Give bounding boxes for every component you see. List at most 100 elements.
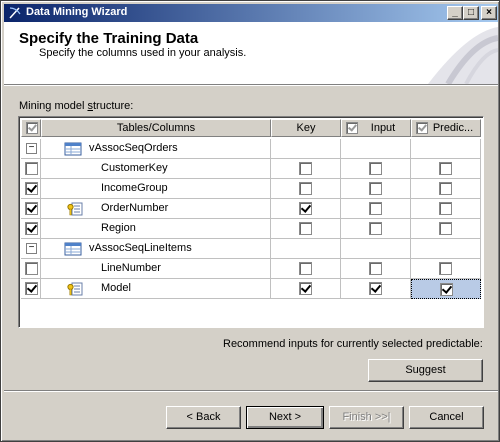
window-title: Data Mining Wizard	[26, 6, 128, 18]
column-row[interactable]: OrderNumber	[21, 199, 483, 219]
key-cell[interactable]	[271, 219, 341, 239]
name-cell: vAssocSeqLineItems	[41, 239, 271, 259]
include-cell[interactable]	[21, 279, 41, 299]
input-checkbox[interactable]	[369, 262, 382, 275]
predictable-cell[interactable]	[411, 219, 481, 239]
collapse-toggle-icon[interactable]: −	[26, 243, 37, 254]
include-checkbox[interactable]	[25, 262, 38, 275]
header-input[interactable]: Input	[341, 119, 411, 137]
predictable-cell[interactable]	[411, 139, 481, 159]
column-row[interactable]: Model	[21, 279, 483, 299]
include-all-checkbox[interactable]	[26, 122, 38, 134]
input-checkbox[interactable]	[369, 162, 382, 175]
title-bar[interactable]: Data Mining Wizard _ □ ×	[4, 4, 498, 22]
key-checkbox[interactable]	[299, 202, 312, 215]
predictable-cell[interactable]	[411, 199, 481, 219]
input-cell[interactable]	[341, 179, 411, 199]
header-include-all-cell[interactable]	[21, 119, 41, 137]
predictable-cell[interactable]	[411, 159, 481, 179]
include-cell[interactable]	[21, 159, 41, 179]
predictable-cell[interactable]	[411, 179, 481, 199]
column-name: Region	[101, 222, 136, 234]
key-checkbox[interactable]	[299, 162, 312, 175]
include-cell[interactable]	[21, 219, 41, 239]
input-cell[interactable]	[341, 139, 411, 159]
input-cell[interactable]	[341, 159, 411, 179]
key-cell[interactable]	[271, 159, 341, 179]
header-swoosh-graphic	[428, 27, 498, 84]
header-key[interactable]: Key	[271, 119, 341, 137]
column-name: CustomerKey	[101, 162, 168, 174]
input-checkbox[interactable]	[369, 282, 382, 295]
predictable-checkbox[interactable]	[440, 283, 453, 296]
finish-button: Finish >>|	[329, 406, 404, 429]
input-cell[interactable]	[341, 239, 411, 259]
column-row[interactable]: Region	[21, 219, 483, 239]
name-cell: CustomerKey	[41, 159, 271, 179]
predictable-checkbox[interactable]	[439, 222, 452, 235]
name-cell: Model	[41, 279, 271, 299]
key-checkbox[interactable]	[299, 282, 312, 295]
predictable-checkbox[interactable]	[439, 162, 452, 175]
input-checkbox[interactable]	[369, 202, 382, 215]
predictable-checkbox[interactable]	[439, 202, 452, 215]
key-cell[interactable]	[271, 199, 341, 219]
table-row[interactable]: − vAssocSeqLineItems	[21, 239, 483, 259]
key-cell[interactable]	[271, 139, 341, 159]
cancel-button[interactable]: Cancel	[409, 406, 484, 429]
include-cell[interactable]	[21, 259, 41, 279]
column-row[interactable]: IncomeGroup	[21, 179, 483, 199]
back-button[interactable]: < Back	[166, 406, 241, 429]
input-cell[interactable]	[341, 279, 411, 299]
include-checkbox[interactable]	[25, 222, 38, 235]
wizard-window: Data Mining Wizard _ □ × Specify the Tra…	[0, 0, 500, 442]
key-cell[interactable]	[271, 239, 341, 259]
table-icon	[64, 241, 82, 257]
input-checkbox[interactable]	[369, 222, 382, 235]
input-cell[interactable]	[341, 199, 411, 219]
predictable-cell[interactable]	[411, 239, 481, 259]
include-checkbox[interactable]	[25, 162, 38, 175]
include-cell[interactable]	[21, 179, 41, 199]
suggest-button[interactable]: Suggest	[368, 359, 483, 382]
predictable-all-checkbox[interactable]	[416, 122, 428, 134]
input-cell[interactable]	[341, 259, 411, 279]
key-cell[interactable]	[271, 259, 341, 279]
next-button[interactable]: Next >	[246, 406, 324, 429]
maximize-button[interactable]: □	[463, 6, 479, 20]
column-row[interactable]: LineNumber	[21, 259, 483, 279]
input-cell[interactable]	[341, 219, 411, 239]
predictable-checkbox[interactable]	[439, 182, 452, 195]
key-cell[interactable]	[271, 279, 341, 299]
predictable-cell[interactable]	[411, 279, 481, 299]
mining-structure-grid[interactable]: Tables/Columns Key Input Predic... − vAss…	[18, 116, 484, 328]
column-name: LineNumber	[101, 262, 161, 274]
collapse-toggle-icon[interactable]: −	[26, 143, 37, 154]
include-checkbox[interactable]	[25, 182, 38, 195]
input-checkbox[interactable]	[369, 182, 382, 195]
header-predictable[interactable]: Predic...	[411, 119, 481, 137]
name-cell: LineNumber	[41, 259, 271, 279]
predictable-cell[interactable]	[411, 259, 481, 279]
column-row[interactable]: CustomerKey	[21, 159, 483, 179]
name-cell: IncomeGroup	[41, 179, 271, 199]
include-checkbox[interactable]	[25, 202, 38, 215]
include-checkbox[interactable]	[25, 282, 38, 295]
minimize-button[interactable]: _	[447, 6, 463, 20]
include-cell[interactable]: −	[21, 139, 41, 159]
key-checkbox[interactable]	[299, 262, 312, 275]
table-row[interactable]: − vAssocSeqOrders	[21, 139, 483, 159]
table-icon	[64, 141, 82, 157]
table-name: vAssocSeqOrders	[89, 142, 178, 154]
input-all-checkbox[interactable]	[346, 122, 358, 134]
predictable-checkbox[interactable]	[439, 262, 452, 275]
header-tables-columns[interactable]: Tables/Columns	[41, 119, 271, 137]
mining-structure-label: Mining model structure:	[19, 100, 134, 112]
key-cell[interactable]	[271, 179, 341, 199]
key-checkbox[interactable]	[299, 222, 312, 235]
key-checkbox[interactable]	[299, 182, 312, 195]
close-button[interactable]: ×	[481, 6, 497, 20]
include-cell[interactable]: −	[21, 239, 41, 259]
wizard-app-icon	[9, 7, 21, 19]
include-cell[interactable]	[21, 199, 41, 219]
